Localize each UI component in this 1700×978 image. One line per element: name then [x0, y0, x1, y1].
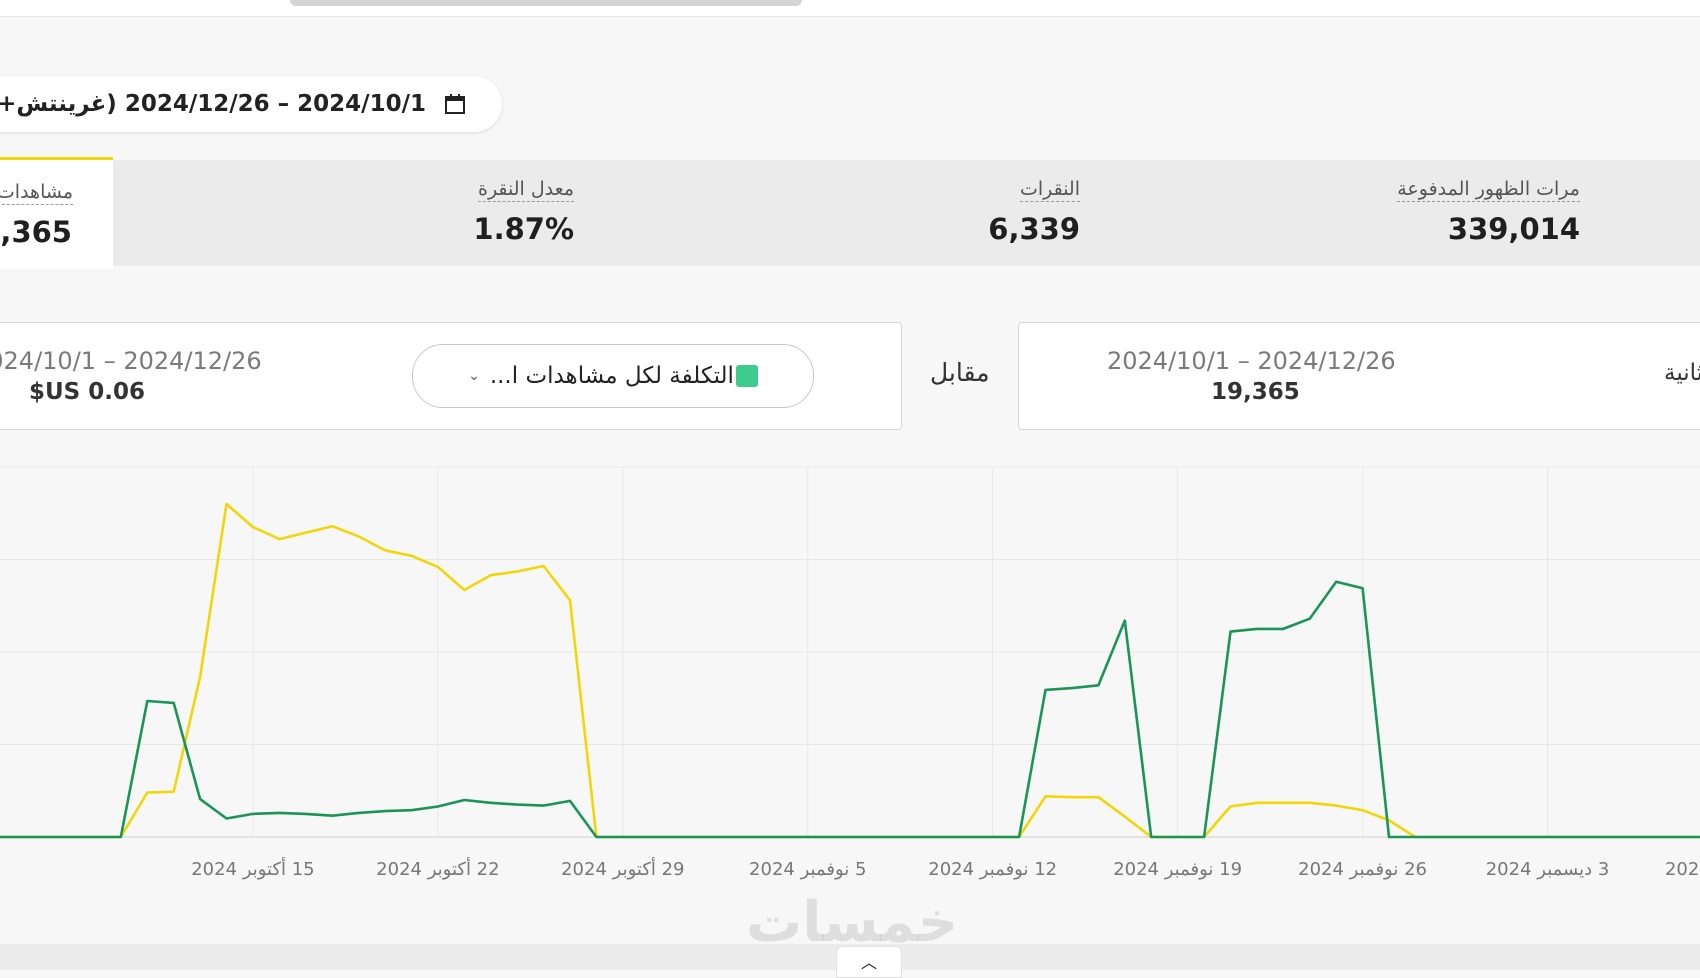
x-tick-label: 10 ديسمبر 2024 [1665, 859, 1700, 880]
metric-value: 1.87% [473, 212, 574, 246]
x-tick-label: 5 نوفمبر 2024 [749, 859, 866, 880]
metric-value: 6,339 [988, 212, 1080, 246]
secondary-date-range: 2024/10/1 – 2024/12/26 [0, 347, 262, 375]
secondary-value: $US 0.06 [29, 379, 145, 405]
series-line-1 [0, 580, 1700, 839]
metric-select-dropdown[interactable]: التكلفة لكل مشاهدات ا... ⌄ [412, 344, 814, 408]
series-line-0 [0, 502, 1700, 839]
chevron-up-icon: ︿ [860, 953, 877, 972]
x-tick-label: 12 نوفمبر 2024 [928, 859, 1057, 880]
metric-label: مرات الظهور المدفوعة [1397, 178, 1580, 202]
x-tick-label: 3 ديسمبر 2024 [1486, 859, 1610, 880]
primary-metric-card: 2024/10/1 – 2024/12/26 19,365 [1018, 322, 1700, 430]
collapse-panel-button[interactable]: ︿ [836, 946, 902, 978]
metric-tab-paid-impressions[interactable]: مرات الظهور المدفوعة 339,014 [1300, 160, 1580, 266]
x-tick-label: 15 أكتوبر 2024 [191, 857, 314, 880]
series-color-swatch [735, 365, 758, 387]
date-range-text: 2024/10/1 – 2024/12/26 (غرينتش+3) [0, 91, 426, 117]
top-bar [0, 0, 1700, 17]
calendar-icon[interactable] [444, 93, 466, 115]
chevron-down-icon: ⌄ [468, 368, 480, 384]
scrollbar-thumb[interactable] [290, 0, 802, 6]
views-line-chart: 15 أكتوبر 2024 22 أكتوبر 2024 29 أكتوبر 20… [0, 466, 1700, 880]
primary-date-range: 2024/10/1 – 2024/12/26 [1107, 347, 1396, 375]
metric-label: معدل النقرة [477, 178, 574, 202]
primary-value: 19,365 [1211, 379, 1300, 405]
x-tick-label: 26 نوفمبر 2024 [1298, 859, 1427, 880]
date-range-picker[interactable]: 2024/10/1 – 2024/12/26 (غرينتش+3) [0, 76, 502, 132]
x-tick-label: 29 أكتوبر 2024 [561, 857, 684, 880]
metric-value: 19,365 [0, 215, 72, 249]
metric-select-label: التكلفة لكل مشاهدات ا... [489, 363, 734, 389]
primary-metric-label: ثانية [1664, 360, 1700, 386]
versus-label: مقابل [930, 358, 990, 387]
metric-tab-click-rate[interactable]: معدل النقرة 1.87% [300, 160, 574, 266]
metric-label: النقرات [1019, 178, 1080, 202]
x-tick-label: 19 نوفمبر 2024 [1113, 859, 1242, 880]
metric-tab-views[interactable]: مشاهدات 19,365 [0, 157, 113, 269]
metric-label: مشاهدات [0, 181, 73, 205]
x-tick-label: 22 أكتوبر 2024 [376, 857, 499, 880]
metric-value: 339,014 [1447, 212, 1580, 246]
metric-tabs: مرات الظهور المدفوعة 339,014 النقرات 6,3… [0, 157, 1700, 269]
metric-tab-clicks[interactable]: النقرات 6,339 [800, 160, 1080, 266]
